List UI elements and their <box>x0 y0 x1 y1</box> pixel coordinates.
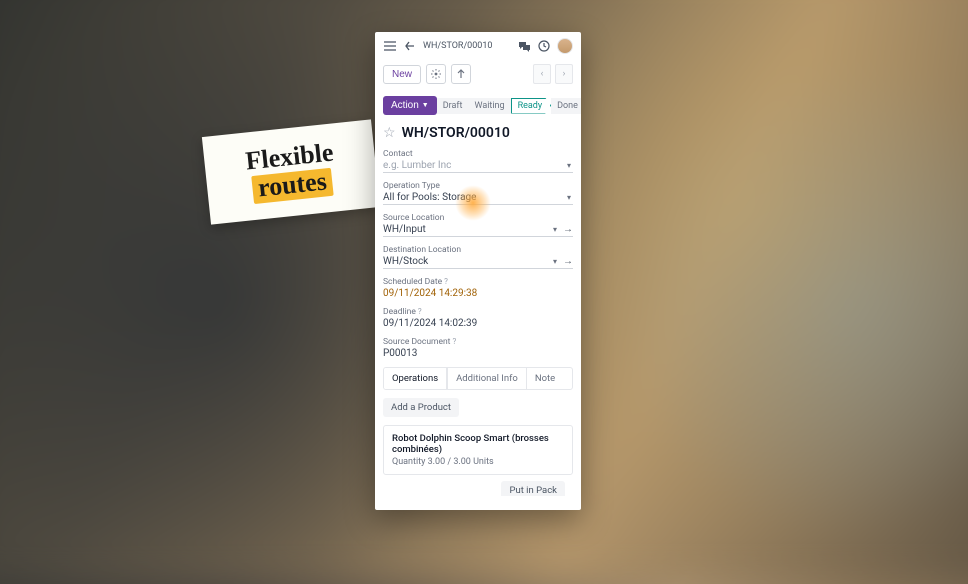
tab-operations[interactable]: Operations <box>384 368 447 389</box>
status-waiting[interactable]: Waiting <box>468 98 510 114</box>
upload-icon[interactable] <box>451 64 471 84</box>
prev-record-button[interactable]: ‹ <box>533 64 551 84</box>
menu-icon[interactable] <box>383 39 397 53</box>
value-operation-type: All for Pools: Storage <box>383 192 565 203</box>
page-title: WH/STOR/00010 <box>402 125 510 141</box>
placeholder-contact: e.g. Lumber Inc <box>383 160 565 171</box>
open-link-icon[interactable]: → <box>563 256 573 267</box>
put-in-pack-button[interactable]: Put in Pack <box>501 481 565 496</box>
value-scheduled-date[interactable]: 09/11/2024 14:29:38 <box>383 288 477 299</box>
label-contact: Contact <box>383 149 573 159</box>
app-frame: WH/STOR/00010 New ‹ › Action ▼ Draft Wai… <box>375 32 581 510</box>
product-card[interactable]: Robot Dolphin Scoop Smart (brosses combi… <box>383 425 573 475</box>
next-record-button[interactable]: › <box>555 64 573 84</box>
product-qty: Quantity 3.00 / 3.00 Units <box>392 457 564 467</box>
star-icon[interactable]: ☆ <box>383 125 396 141</box>
label-operation-type: Operation Type <box>383 181 573 191</box>
chevron-down-icon[interactable]: ▾ <box>551 225 559 234</box>
toolbar: New ‹ › <box>375 60 581 92</box>
open-link-icon[interactable]: → <box>563 224 573 235</box>
field-contact: Contact e.g. Lumber Inc ▾ <box>383 149 573 173</box>
product-name: Robot Dolphin Scoop Smart (brosses combi… <box>392 433 564 455</box>
field-source-document: Source Document P00013 <box>383 337 573 359</box>
action-label: Action <box>391 100 419 111</box>
breadcrumb[interactable]: WH/STOR/00010 <box>423 41 492 51</box>
input-operation-type[interactable]: All for Pools: Storage ▾ <box>383 192 573 205</box>
title-bar: ☆ WH/STOR/00010 <box>375 123 581 149</box>
value-source-document: P00013 <box>383 348 417 359</box>
action-button[interactable]: Action ▼ <box>383 96 437 115</box>
label-deadline: Deadline <box>383 307 573 317</box>
avatar[interactable] <box>557 38 573 54</box>
add-product-button[interactable]: Add a Product <box>383 398 459 417</box>
status-ready[interactable]: Ready <box>511 98 552 114</box>
input-contact[interactable]: e.g. Lumber Inc ▾ <box>383 160 573 173</box>
field-deadline: Deadline 09/11/2024 14:02:39 <box>383 307 573 329</box>
topbar: WH/STOR/00010 <box>375 32 581 60</box>
gear-icon[interactable] <box>426 64 446 84</box>
tab-note[interactable]: Note <box>526 368 563 389</box>
value-deadline: 09/11/2024 14:02:39 <box>383 318 477 329</box>
label-source-document: Source Document <box>383 337 573 347</box>
chevron-down-icon[interactable]: ▾ <box>565 193 573 202</box>
tab-additional-info[interactable]: Additional Info <box>447 368 526 389</box>
field-destination-location: Destination Location WH/Stock ▾ → <box>383 245 573 269</box>
chevron-down-icon: ▼ <box>422 102 429 109</box>
back-arrow-icon[interactable] <box>403 39 417 53</box>
sticky-line2: routes <box>251 168 334 204</box>
field-source-location: Source Location WH/Input ▾ → <box>383 213 573 237</box>
clock-icon[interactable] <box>537 39 551 53</box>
label-scheduled-date: Scheduled Date <box>383 277 573 287</box>
value-destination-location: WH/Stock <box>383 256 551 267</box>
tabs: Operations Additional Info Note <box>383 367 573 390</box>
field-scheduled-date: Scheduled Date 09/11/2024 14:29:38 <box>383 277 573 299</box>
new-button[interactable]: New <box>383 65 421 84</box>
status-pipeline: Draft Waiting Ready Done <box>437 98 581 114</box>
value-source-location: WH/Input <box>383 224 551 235</box>
form: Contact e.g. Lumber Inc ▾ Operation Type… <box>375 149 581 510</box>
chevron-down-icon[interactable]: ▾ <box>551 257 559 266</box>
chevron-down-icon[interactable]: ▾ <box>565 161 573 170</box>
label-source-location: Source Location <box>383 213 573 223</box>
input-destination-location[interactable]: WH/Stock ▾ → <box>383 256 573 269</box>
status-done[interactable]: Done <box>551 98 581 114</box>
chat-icon[interactable] <box>517 39 531 53</box>
status-row: Action ▼ Draft Waiting Ready Done <box>375 92 581 123</box>
label-destination-location: Destination Location <box>383 245 573 255</box>
sticky-note: Flexible routes <box>202 119 380 224</box>
field-operation-type: Operation Type All for Pools: Storage ▾ <box>383 181 573 205</box>
form-footer: Put in Pack <box>383 475 573 496</box>
status-draft[interactable]: Draft <box>437 98 469 114</box>
input-source-location[interactable]: WH/Input ▾ → <box>383 224 573 237</box>
